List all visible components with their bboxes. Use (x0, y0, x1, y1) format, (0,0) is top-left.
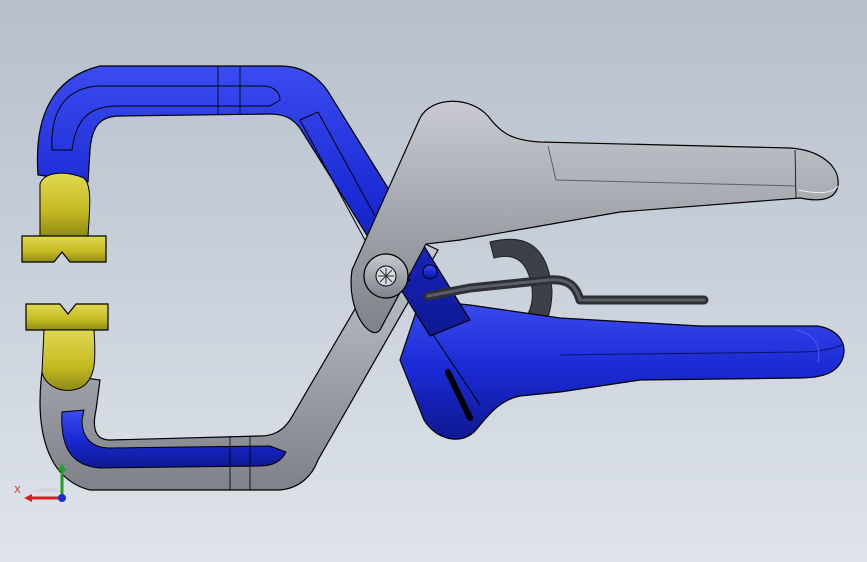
cad-viewport[interactable]: X (0, 0, 867, 562)
pivot-screw[interactable] (363, 253, 409, 299)
clamp-model[interactable] (0, 0, 867, 562)
return-spring (422, 264, 709, 305)
upper-swivel-pad[interactable] (21, 172, 107, 263)
lower-swivel-pad[interactable] (25, 303, 109, 391)
triad-graphic (24, 463, 66, 502)
z-axis-dot (58, 494, 66, 502)
x-axis-label: X (14, 485, 21, 496)
axis-triad: X (12, 462, 82, 510)
